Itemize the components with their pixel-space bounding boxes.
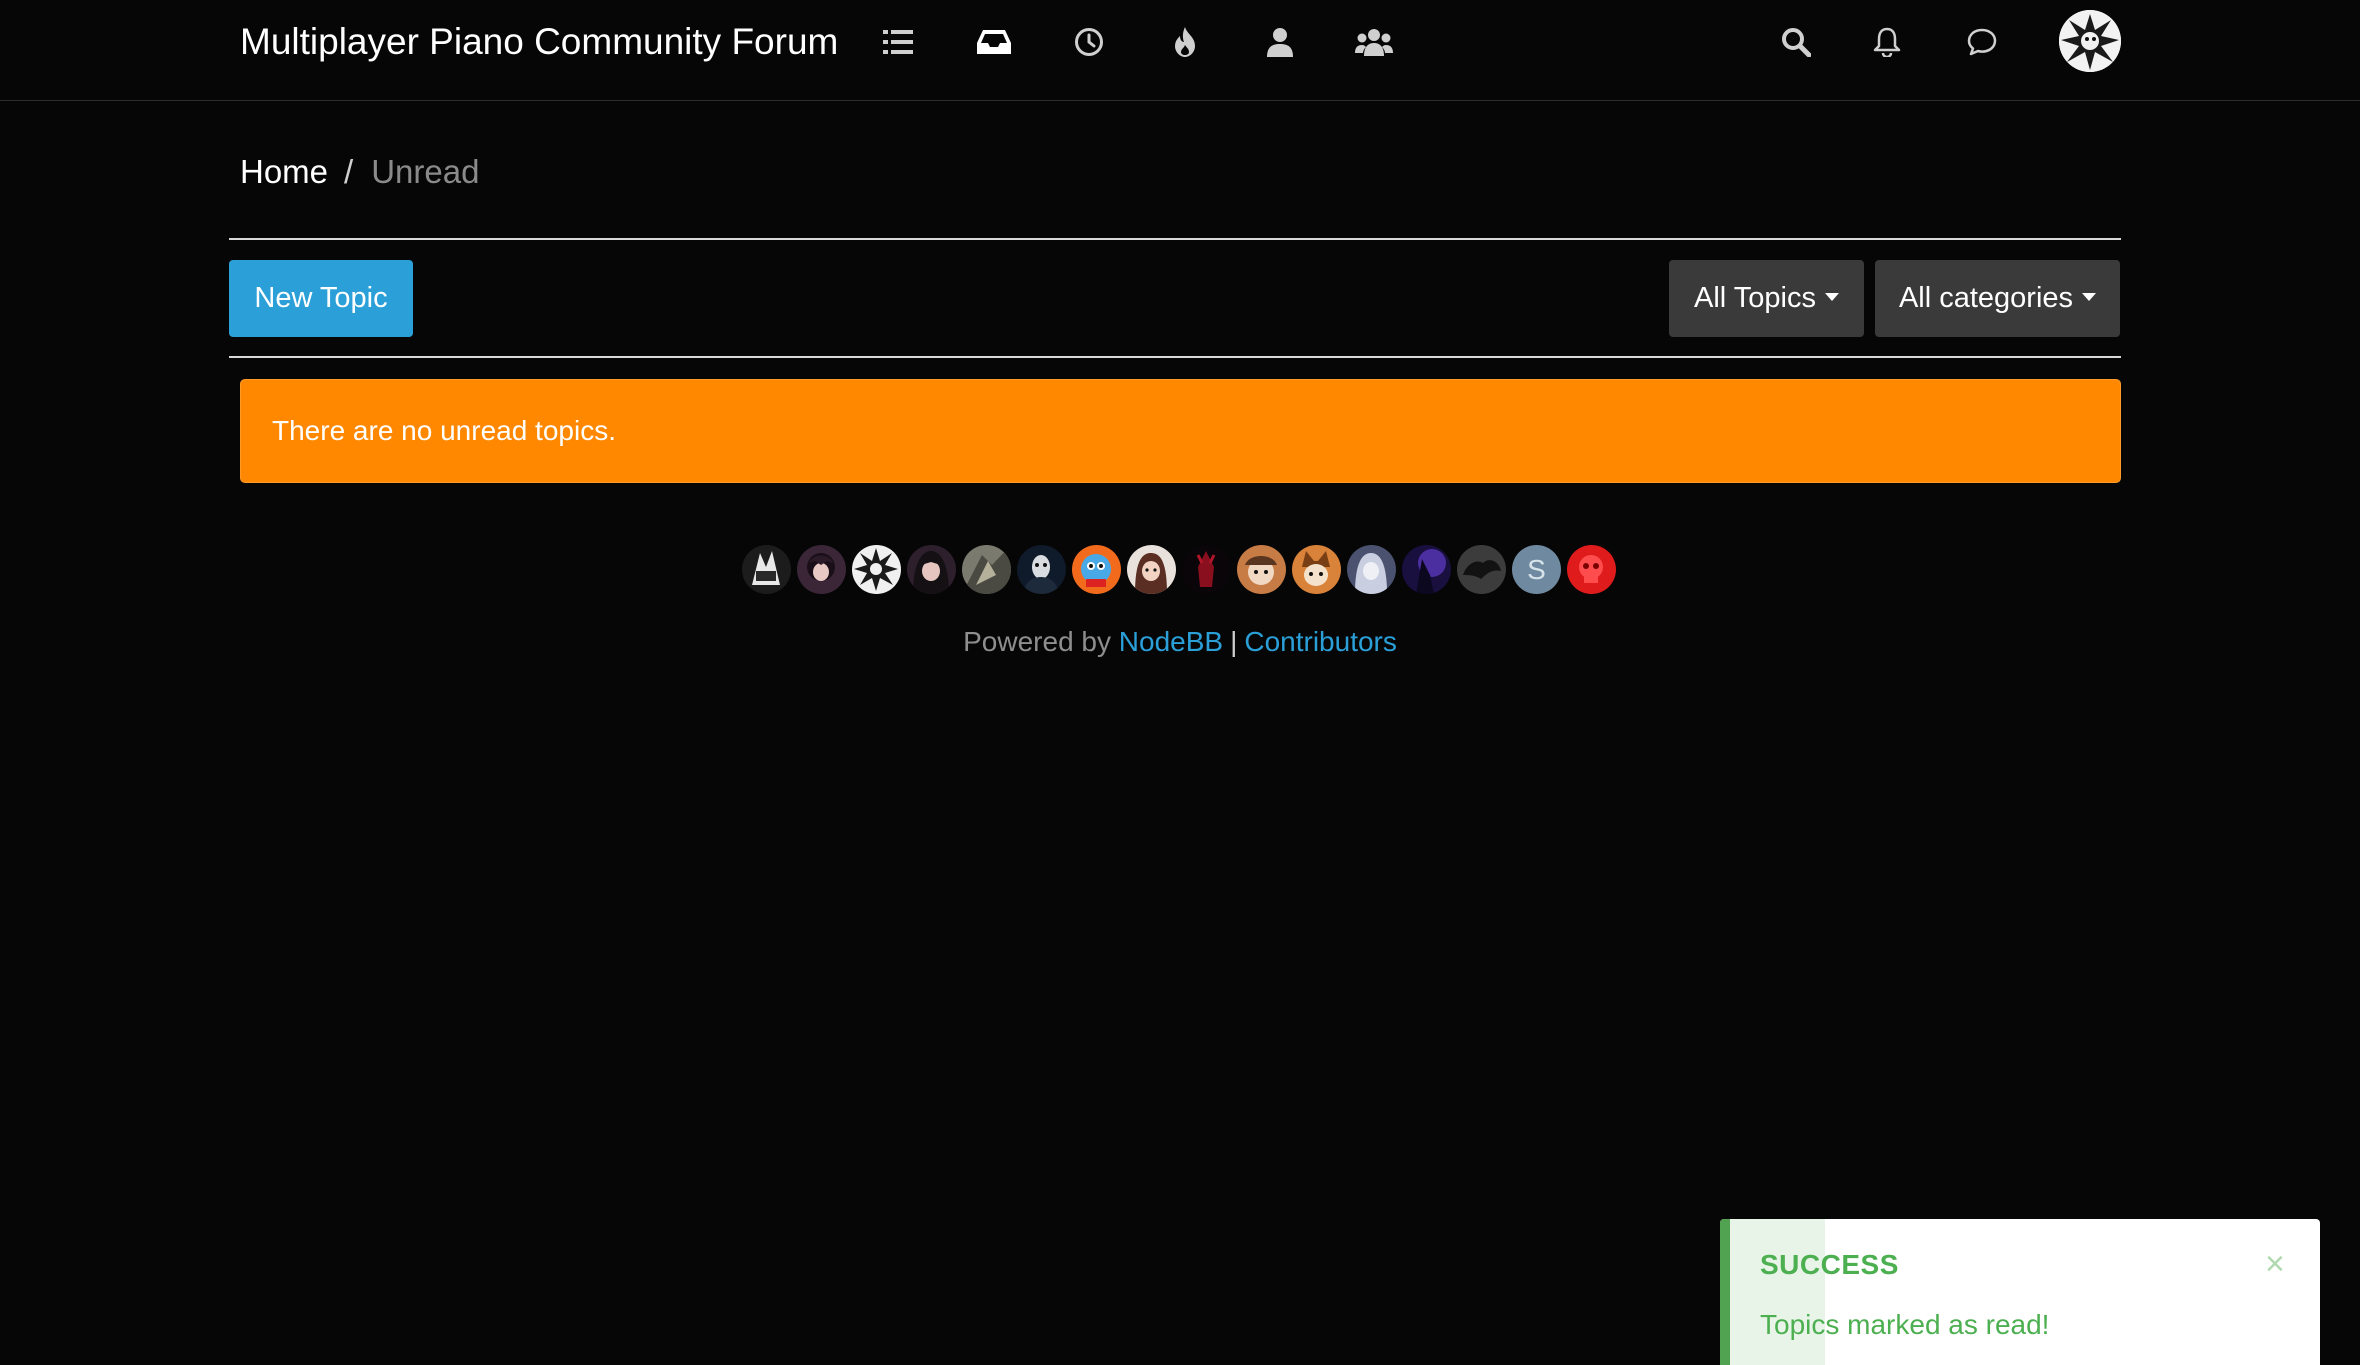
- contributors-link[interactable]: Contributors: [1244, 626, 1397, 657]
- footer: Powered by NodeBB | Contributors: [0, 620, 2360, 664]
- contributor-avatar[interactable]: [1347, 545, 1396, 594]
- toast-close-icon[interactable]: ×: [2265, 1247, 2285, 1281]
- contributor-avatar[interactable]: [1567, 545, 1616, 594]
- chats-bubble-icon[interactable]: [1960, 22, 2004, 62]
- contributor-avatar[interactable]: [907, 545, 956, 594]
- contributor-avatar[interactable]: [1292, 545, 1341, 594]
- success-toast[interactable]: SUCCESS Topics marked as read! ×: [1720, 1219, 2320, 1365]
- recent-clock-icon[interactable]: [1067, 22, 1111, 62]
- contributor-avatar[interactable]: [1182, 545, 1231, 594]
- topics-filter-dropdown[interactable]: All Topics: [1669, 260, 1864, 337]
- breadcrumb-home-link[interactable]: Home: [240, 153, 328, 190]
- popular-fire-icon[interactable]: [1163, 22, 1207, 62]
- contributor-avatar[interactable]: [1457, 545, 1506, 594]
- contributor-avatar[interactable]: [1402, 545, 1451, 594]
- caret-down-icon: [1824, 292, 1839, 301]
- notifications-bell-icon[interactable]: [1865, 22, 1909, 62]
- breadcrumb: Home / Unread: [240, 150, 479, 194]
- categories-list-icon[interactable]: [876, 22, 920, 62]
- users-single-icon[interactable]: [1258, 22, 1302, 62]
- top-navbar: Multiplayer Piano Community Forum: [0, 0, 2360, 101]
- forum-brand-link[interactable]: Multiplayer Piano Community Forum: [240, 20, 838, 64]
- topics-filter-label: All Topics: [1694, 282, 1816, 314]
- categories-filter-label: All categories: [1898, 282, 2074, 314]
- toast-title: SUCCESS: [1760, 1249, 1899, 1280]
- contributor-avatar[interactable]: [1127, 545, 1176, 594]
- contributor-avatar-letter[interactable]: S: [1512, 545, 1561, 594]
- nodebb-link[interactable]: NodeBB: [1119, 626, 1223, 657]
- breadcrumb-separator: /: [344, 153, 354, 190]
- user-avatar[interactable]: [2059, 10, 2121, 72]
- search-icon[interactable]: [1774, 22, 1818, 62]
- contributor-avatar[interactable]: [797, 545, 846, 594]
- contributor-avatar[interactable]: [962, 545, 1011, 594]
- breadcrumb-current: Unread: [371, 153, 480, 190]
- contributor-avatar[interactable]: [852, 545, 901, 594]
- toast-accent-bar: [1720, 1219, 1730, 1365]
- toast-message: Topics marked as read!: [1760, 1309, 2050, 1340]
- caret-down-icon: [2082, 292, 2097, 301]
- contributors-avatars: S: [742, 545, 1616, 597]
- contributor-avatar[interactable]: [1017, 545, 1066, 594]
- contributor-avatar[interactable]: [1072, 545, 1121, 594]
- contributor-avatar[interactable]: [742, 545, 791, 594]
- groups-users-icon[interactable]: [1352, 22, 1396, 62]
- footer-pipe: |: [1230, 626, 1238, 657]
- no-unread-alert: There are no unread topics.: [240, 379, 2121, 483]
- new-topic-button[interactable]: New Topic: [229, 260, 413, 337]
- toast-progress: [1730, 1219, 1825, 1365]
- contributor-avatar[interactable]: [1237, 545, 1286, 594]
- categories-filter-dropdown[interactable]: All categories: [1875, 260, 2120, 337]
- alert-message: There are no unread topics.: [272, 415, 616, 446]
- unread-inbox-icon[interactable]: [972, 22, 1016, 62]
- top-divider: [229, 238, 2121, 240]
- powered-by-text: Powered by: [963, 626, 1111, 657]
- contributor-letter: S: [1527, 553, 1546, 585]
- toolbar-divider: [229, 356, 2121, 358]
